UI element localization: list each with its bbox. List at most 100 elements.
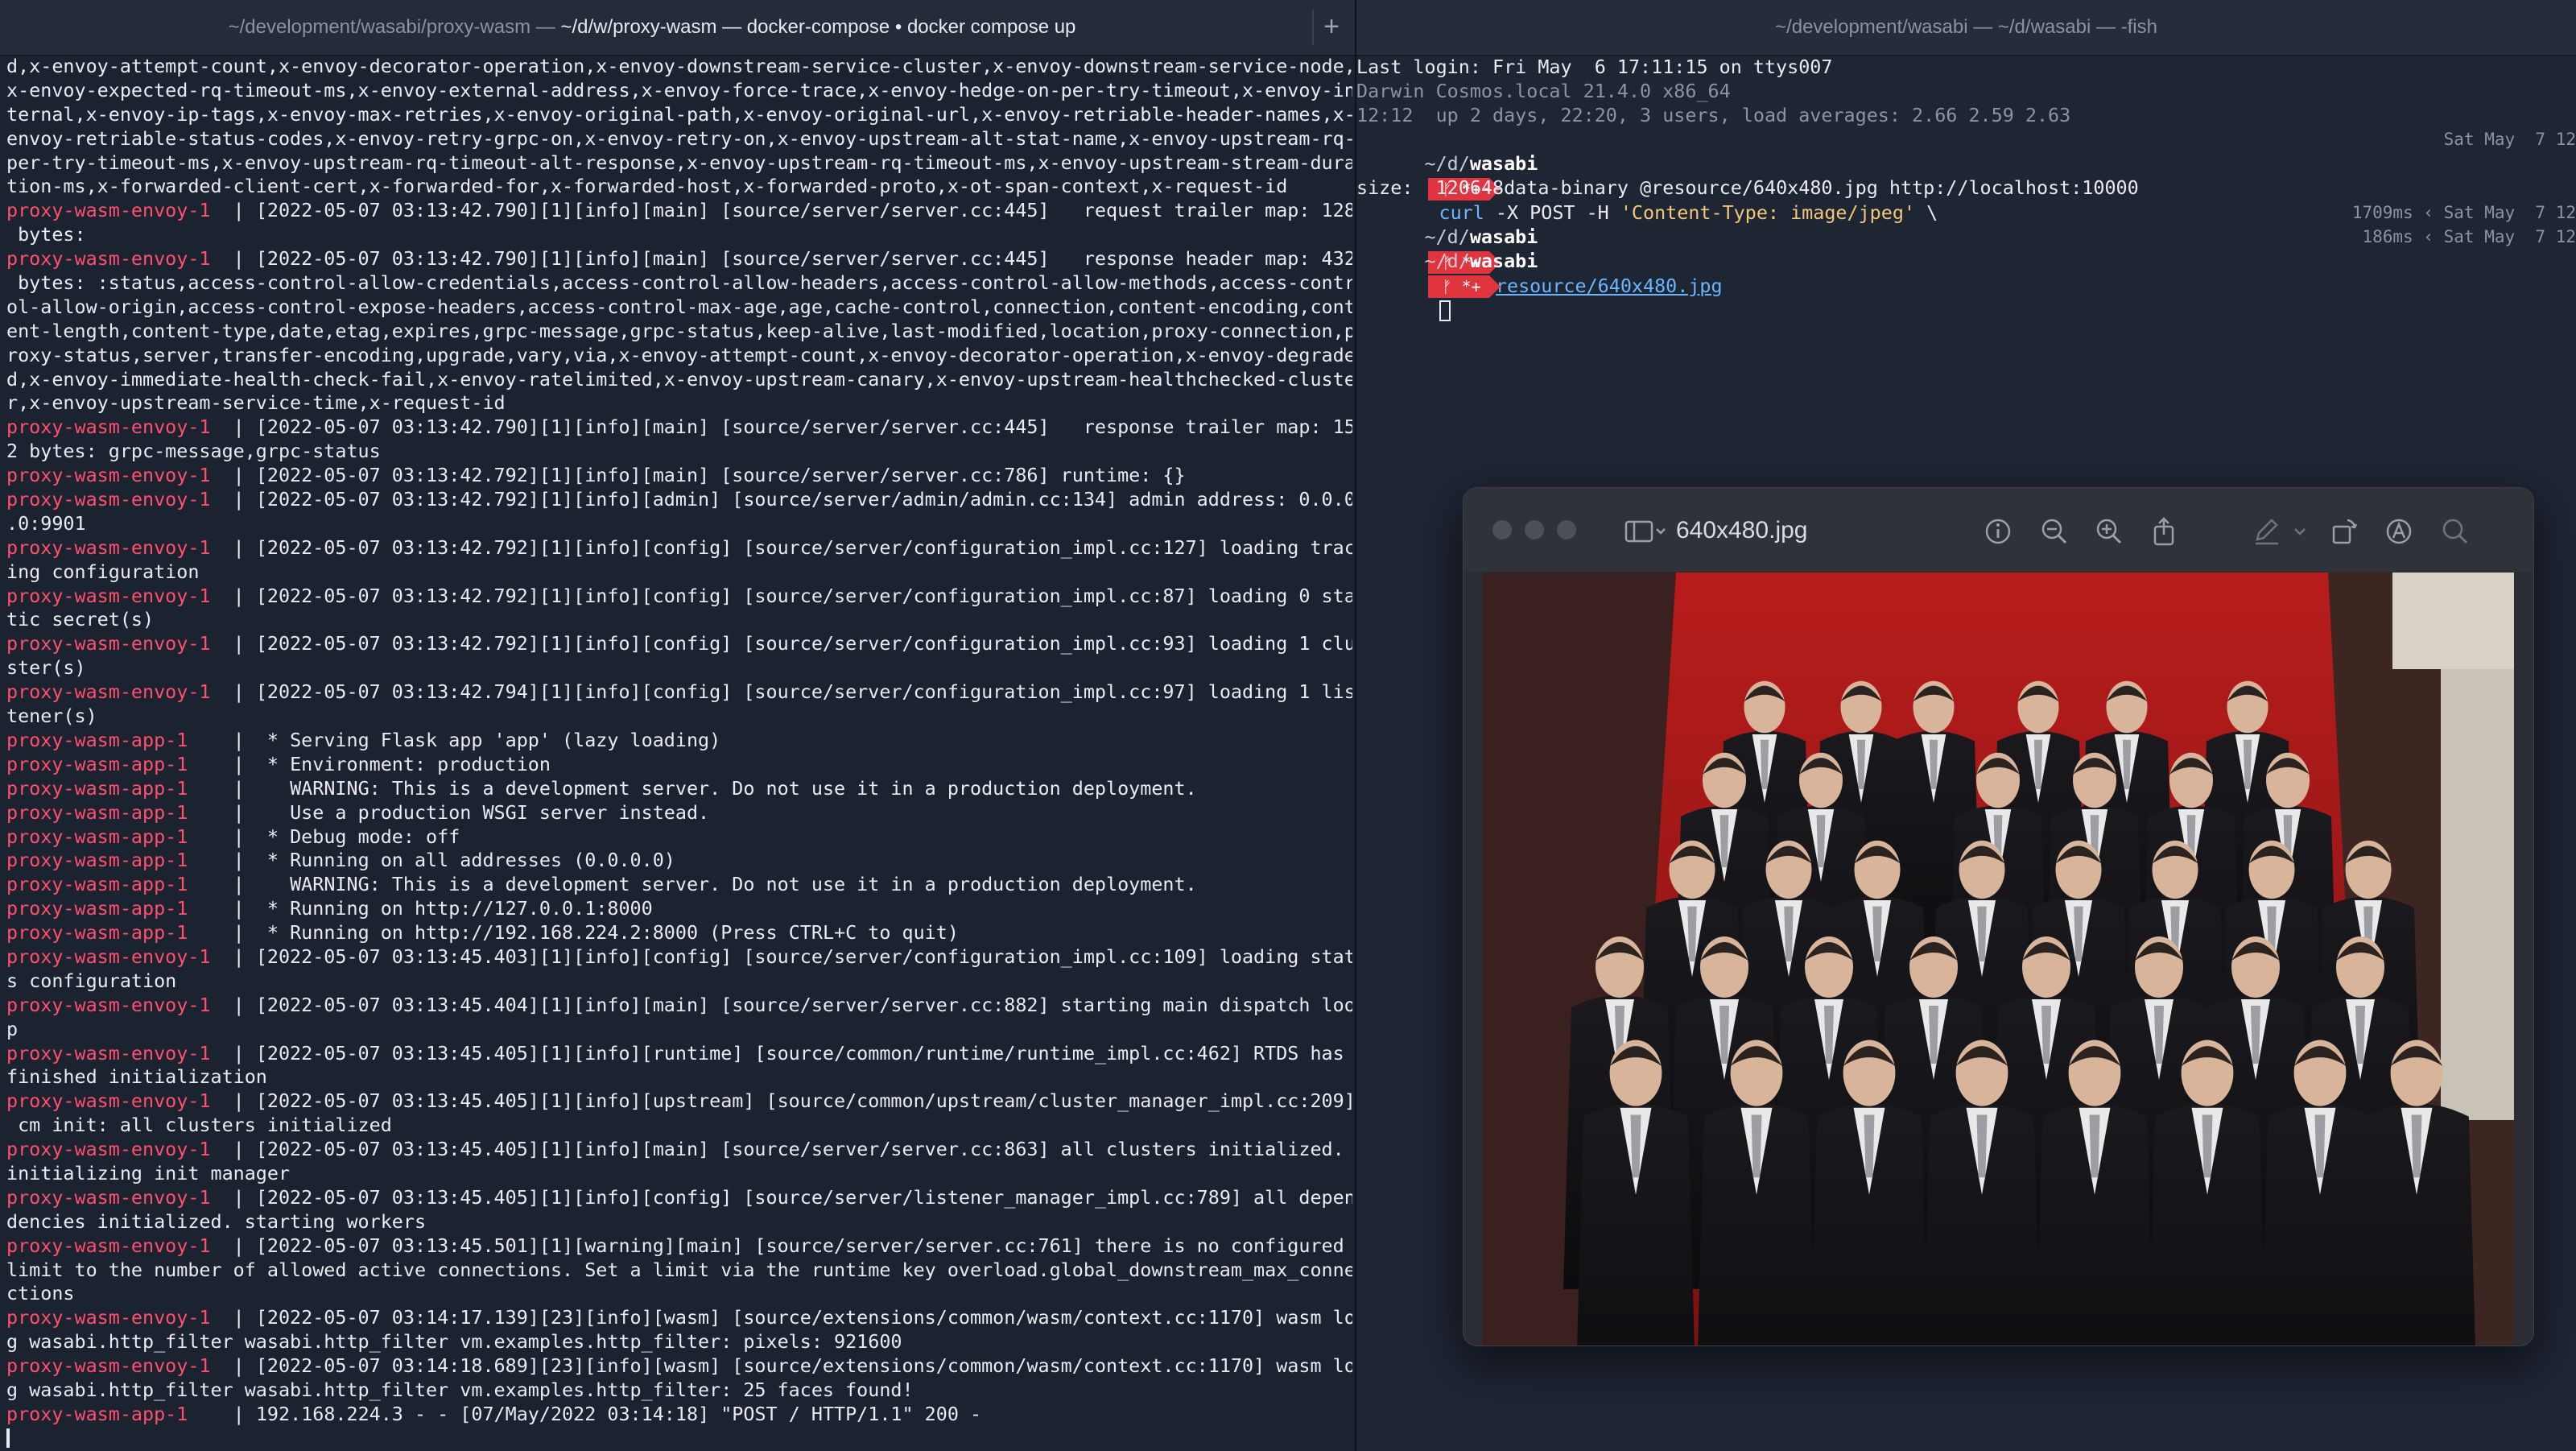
minimize-window-button[interactable]: [1525, 520, 1544, 539]
zoom-window-button[interactable]: [1557, 520, 1576, 539]
uptime-line: 12:12 up 2 days, 22:20, 3 users, load av…: [1356, 104, 2071, 126]
log-line: r,x-envoy-upstream-service-time,x-reques…: [6, 391, 1352, 415]
preview-window[interactable]: 640x480.jpg: [1463, 487, 2534, 1346]
log-text: s configuration: [6, 969, 177, 992]
log-line: x-envoy-expected-rq-timeout-ms,x-envoy-e…: [6, 79, 1352, 103]
log-line: per-try-timeout-ms,x-envoy-upstream-rq-t…: [6, 151, 1352, 176]
preview-toolbar: 640x480.jpg: [1463, 488, 2533, 572]
prompt-path: ~/d/wasabi: [1424, 250, 1538, 272]
log-line: ster(s): [6, 656, 1352, 680]
log-line: proxy-wasm-envoy-1 | [2022-05-07 03:13:4…: [6, 536, 1352, 560]
prompt-timestamp: Sat May 7 12: [2443, 130, 2576, 149]
service-prefix: proxy-wasm-envoy-1: [6, 584, 211, 607]
rotate-icon[interactable]: [2328, 515, 2360, 548]
log-text: ent-length,content-type,date,etag,expire…: [6, 319, 1352, 342]
log-text: | [2022-05-07 03:13:45.501][1][warning][…: [210, 1234, 1344, 1257]
search-icon[interactable]: [2439, 515, 2471, 548]
log-line: proxy-wasm-envoy-1 | [2022-05-07 03:13:4…: [6, 247, 1352, 271]
log-text: | [2022-05-07 03:13:45.405][1][info][con…: [210, 1185, 1352, 1209]
log-text: g wasabi.http_filter wasabi.http_filter …: [6, 1330, 902, 1354]
log-line: proxy-wasm-envoy-1 | [2022-05-07 03:13:4…: [6, 464, 1352, 488]
close-window-button[interactable]: [1492, 520, 1512, 539]
log-text: .0:9901: [6, 511, 86, 535]
service-prefix: proxy-wasm-envoy-1: [6, 680, 211, 704]
log-line: limit to the number of allowed active co…: [6, 1259, 1352, 1283]
open-file-link[interactable]: resource/640x480.jpg: [1496, 275, 1723, 297]
log-text: dencies initialized. starting workers: [6, 1209, 427, 1233]
new-tab-button[interactable]: +: [1312, 10, 1349, 45]
pen-icon[interactable]: [2251, 515, 2283, 548]
log-text: 2 bytes: grpc-message,grpc-status: [6, 440, 381, 463]
service-prefix: proxy-wasm-envoy-1: [6, 488, 211, 511]
service-prefix: proxy-wasm-app-1: [6, 728, 188, 751]
log-line: proxy-wasm-envoy-1 | [2022-05-07 03:13:4…: [6, 1138, 1352, 1162]
log-line: proxy-wasm-envoy-1 | [2022-05-07 03:13:4…: [6, 1089, 1352, 1114]
service-prefix: proxy-wasm-envoy-1: [6, 1089, 211, 1113]
chevron-down-icon[interactable]: [2288, 515, 2312, 548]
log-line: tic secret(s): [6, 608, 1352, 632]
log-text: x-envoy-expected-rq-timeout-ms,x-envoy-e…: [6, 78, 1352, 101]
log-line: dencies initialized. starting workers: [6, 1210, 1352, 1234]
log-text: g wasabi.http_filter wasabi.http_filter …: [6, 1378, 914, 1401]
log-text: | [2022-05-07 03:13:42.792][1][info][mai…: [210, 464, 1186, 487]
log-line: roxy-status,server,transfer-encoding,upg…: [6, 344, 1352, 368]
curl-continuation-line: --data-binary @resource/640x480.jpg http…: [1356, 151, 2576, 199]
log-text: | WARNING: This is a development server.…: [188, 776, 1197, 800]
log-line: proxy-wasm-envoy-1 | [2022-05-07 03:13:4…: [6, 994, 1352, 1018]
log-text: tener(s): [6, 705, 97, 728]
log-line: proxy-wasm-app-1 | * Running on http://1…: [6, 921, 1352, 945]
log-line: d,x-envoy-attempt-count,x-envoy-decorato…: [6, 55, 1352, 79]
log-line: proxy-wasm-app-1 | 192.168.224.3 - - [07…: [6, 1403, 1352, 1427]
log-text: finished initialization: [6, 1065, 267, 1089]
log-line: ing configuration: [6, 560, 1352, 585]
log-line: proxy-wasm-envoy-1 | [2022-05-07 03:13:4…: [6, 632, 1352, 656]
service-prefix: proxy-wasm-app-1: [6, 873, 188, 896]
right-terminal-tab-title[interactable]: ~/development/wasabi — ~/d/wasabi — -fis…: [1356, 0, 2576, 55]
log-line: bytes:: [6, 223, 1352, 247]
zoom-in-icon[interactable]: [2093, 515, 2125, 548]
service-prefix: proxy-wasm-envoy-1: [6, 632, 211, 655]
service-prefix: proxy-wasm-envoy-1: [6, 993, 211, 1016]
log-line: envoy-retriable-status-codes,x-envoy-ret…: [6, 127, 1352, 151]
log-text: | [2022-05-07 03:13:45.403][1][info][con…: [210, 945, 1352, 968]
curl-response-size: size: 120648: [1356, 176, 1505, 199]
text-cursor: [1439, 300, 1451, 321]
prompt-duration-timestamp: 186ms ‹ Sat May 7 12: [2362, 227, 2576, 246]
right-terminal-tab-bar: ~/development/wasabi — ~/d/wasabi — -fis…: [1356, 0, 2576, 56]
left-terminal-window[interactable]: ~/development/wasabi/proxy-wasm — ~/d/w/…: [0, 0, 1356, 1451]
info-icon[interactable]: [1982, 515, 2014, 548]
share-icon[interactable]: [2148, 515, 2180, 548]
log-text: roxy-status,server,transfer-encoding,upg…: [6, 343, 1352, 366]
log-line: proxy-wasm-app-1 | * Environment: produc…: [6, 753, 1352, 777]
log-line: proxy-wasm-envoy-1 | [2022-05-07 03:13:4…: [6, 415, 1352, 440]
service-prefix: proxy-wasm-app-1: [6, 897, 188, 920]
prompt-line-current[interactable]: ~/d/wasabi ᚠ *+ 186ms ‹ Sat May 7 12: [1356, 225, 2576, 321]
log-text: r,x-envoy-upstream-service-time,x-reques…: [6, 391, 506, 415]
log-text: ctions: [6, 1282, 75, 1305]
sidebar-icon[interactable]: [1621, 515, 1670, 548]
docker-compose-log-output[interactable]: d,x-envoy-attempt-count,x-envoy-decorato…: [6, 55, 1352, 1448]
service-prefix: proxy-wasm-envoy-1: [6, 535, 211, 559]
log-line: .0:9901: [6, 512, 1352, 536]
log-line: 2 bytes: grpc-message,grpc-status: [6, 440, 1352, 464]
annotate-icon[interactable]: [2383, 515, 2415, 548]
zoom-out-icon[interactable]: [2038, 515, 2070, 548]
log-text: | * Running on all addresses (0.0.0.0): [188, 849, 675, 872]
group-photo-image: [1483, 573, 2514, 1346]
last-login-line: Last login: Fri May 6 17:11:15 on ttys00…: [1356, 56, 1833, 78]
prompt-line-open: ~/d/wasabi ᚠ *+ open resource/640x480.jp…: [1356, 200, 2576, 297]
log-text: | [2022-05-07 03:14:18.689][23][info][wa…: [210, 1354, 1352, 1378]
log-text: | [2022-05-07 03:13:45.404][1][info][mai…: [210, 993, 1352, 1016]
log-line: proxy-wasm-app-1 | Use a production WSGI…: [6, 801, 1352, 825]
service-prefix: proxy-wasm-app-1: [6, 800, 188, 824]
git-branch-segment: ᚠ *+: [1427, 275, 1501, 298]
left-terminal-tab-title[interactable]: ~/development/wasabi/proxy-wasm — ~/d/w/…: [0, 0, 1304, 55]
service-prefix: proxy-wasm-envoy-1: [6, 1306, 211, 1329]
service-prefix: proxy-wasm-app-1: [6, 849, 188, 872]
log-text: cm init: all clusters initialized: [6, 1114, 392, 1137]
log-text: ol-allow-origin,access-control-expose-he…: [6, 295, 1352, 318]
log-line: ol-allow-origin,access-control-expose-he…: [6, 296, 1352, 320]
log-text: initializing init manager: [6, 1161, 291, 1184]
log-line: ent-length,content-type,date,etag,expire…: [6, 320, 1352, 344]
log-line: proxy-wasm-envoy-1 | [2022-05-07 03:13:4…: [6, 680, 1352, 705]
